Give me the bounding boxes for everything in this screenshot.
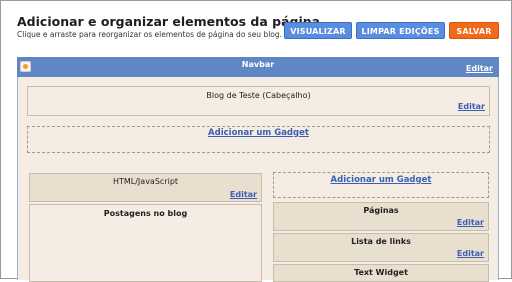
save-button[interactable]: SALVAR [449,22,499,39]
blog-posts-widget[interactable]: Postagens no blog [29,204,262,282]
html-javascript-edit-link[interactable]: Editar [230,190,257,199]
text-widget[interactable]: Text Widget [273,264,489,282]
navbar-title: Navbar [241,60,275,69]
header-widget-edit-link[interactable]: Editar [458,102,485,111]
clear-edits-button[interactable]: LIMPAR EDIÇÕES [356,22,445,39]
page-title: Adicionar e organizar elementos da págin… [17,14,321,29]
text-widget-title: Text Widget [354,268,408,277]
html-javascript-widget[interactable]: HTML/JavaScript Editar [29,173,262,202]
preview-button[interactable]: VISUALIZAR [284,22,352,39]
header-widget-title: Blog de Teste (Cabeçalho) [206,91,311,100]
link-list-widget-title: Lista de links [351,237,411,246]
add-gadget-link-sidebar[interactable]: Adicionar um Gadget [274,175,488,185]
blog-posts-title: Postagens no blog [103,209,188,218]
add-gadget-box-sidebar: Adicionar um Gadget [273,172,489,198]
link-list-widget-edit-link[interactable]: Editar [457,249,484,258]
pages-widget[interactable]: Páginas Editar [273,202,489,231]
link-list-widget[interactable]: Lista de links Editar [273,233,489,262]
navbar-widget[interactable]: Navbar Editar [17,57,499,77]
pages-widget-edit-link[interactable]: Editar [457,218,484,227]
html-javascript-title: HTML/JavaScript [112,177,179,186]
header-widget[interactable]: Blog de Teste (Cabeçalho) Editar [27,86,490,116]
add-gadget-box-top: Adicionar um Gadget [27,126,490,153]
add-gadget-link-top[interactable]: Adicionar um Gadget [28,128,489,138]
navbar-edit-link[interactable]: Editar [466,64,493,73]
pages-widget-title: Páginas [363,206,399,215]
page-subtitle: Clique e arraste para reorganizar os ele… [17,30,283,39]
